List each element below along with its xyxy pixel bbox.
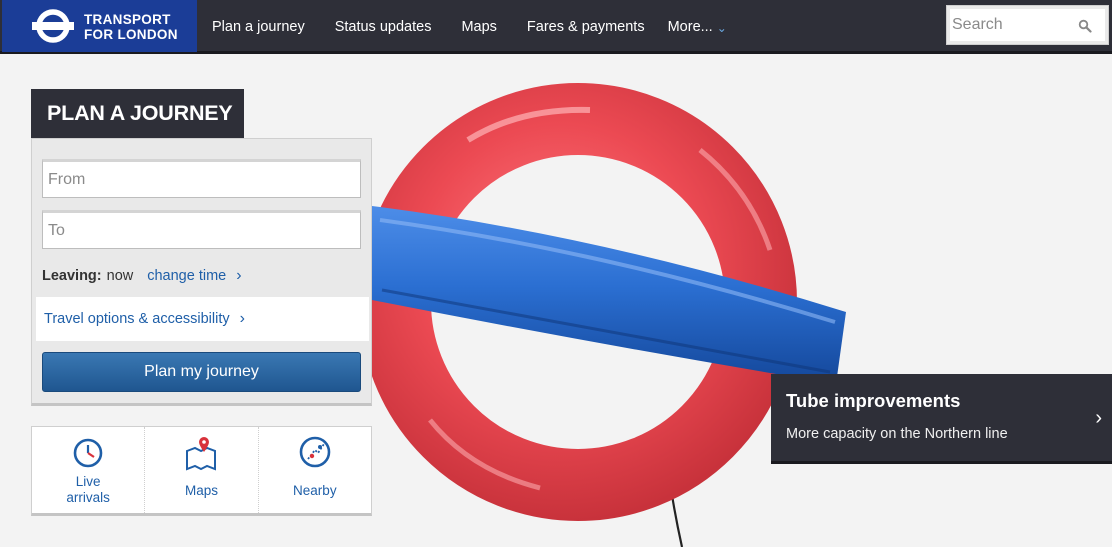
nav-plan-journey[interactable]: Plan a journey: [197, 19, 320, 35]
leaving-row: Leaving: now change time ›: [42, 267, 242, 285]
quick-link-label: Maps: [184, 483, 218, 498]
plan-journey-title: PLAN A JOURNEY: [31, 89, 244, 138]
nav-more-label: More...: [667, 19, 713, 35]
clock-icon: [73, 438, 103, 468]
quick-links: Live arrivals Maps Nearby: [31, 426, 372, 516]
quick-link-nearby[interactable]: Nearby: [259, 427, 371, 513]
search-icon[interactable]: [1078, 19, 1092, 33]
compass-icon: [299, 436, 331, 468]
quick-link-label: Nearby: [293, 483, 337, 498]
map-pin-icon: [186, 437, 217, 471]
chevron-right-icon: ›: [236, 267, 242, 284]
journey-planner-panel: Leaving: now change time › Travel option…: [31, 138, 372, 406]
travel-options-link[interactable]: Travel options & accessibility ›: [36, 297, 369, 341]
leaving-value: now: [106, 268, 134, 284]
from-input[interactable]: [43, 162, 360, 197]
to-field: [42, 210, 361, 249]
promo-subtitle: More capacity on the Northern line: [786, 426, 1008, 442]
change-time-link[interactable]: change time: [147, 268, 226, 284]
quick-link-maps[interactable]: Maps: [145, 427, 259, 513]
search-box: [946, 5, 1109, 45]
roundel-icon: [32, 9, 74, 43]
quick-link-label: arrivals: [66, 490, 110, 505]
logo-line-1: TRANSPORT: [84, 12, 171, 27]
tube-improvements-promo[interactable]: Tube improvements More capacity on the N…: [771, 374, 1112, 464]
nav-more[interactable]: More... ⌄: [660, 19, 742, 35]
main-nav: Plan a journey Status updates Maps Fares…: [197, 0, 742, 54]
search-input[interactable]: [952, 15, 1082, 35]
tfl-logo[interactable]: TRANSPORT FOR LONDON: [2, 0, 197, 52]
from-field: [42, 159, 361, 198]
to-input[interactable]: [43, 213, 360, 248]
logo-line-2: FOR LONDON: [84, 27, 178, 42]
top-header: TRANSPORT FOR LONDON Plan a journey Stat…: [0, 0, 1112, 54]
nav-status-updates[interactable]: Status updates: [320, 19, 447, 35]
chevron-down-icon: ⌄: [716, 21, 727, 35]
nav-fares-payments[interactable]: Fares & payments: [512, 19, 660, 35]
chevron-right-icon: ›: [239, 310, 245, 327]
leaving-label: Leaving:: [42, 268, 102, 284]
travel-options-label: Travel options & accessibility: [44, 311, 230, 327]
quick-link-live-arrivals[interactable]: Live arrivals: [32, 427, 146, 513]
plan-journey-button[interactable]: Plan my journey: [42, 352, 361, 392]
promo-title: Tube improvements: [786, 390, 961, 411]
nav-maps[interactable]: Maps: [446, 19, 511, 35]
quick-link-label: Live: [75, 474, 101, 489]
chevron-right-icon: ›: [1095, 407, 1102, 429]
logo-text: TRANSPORT FOR LONDON: [84, 12, 178, 42]
